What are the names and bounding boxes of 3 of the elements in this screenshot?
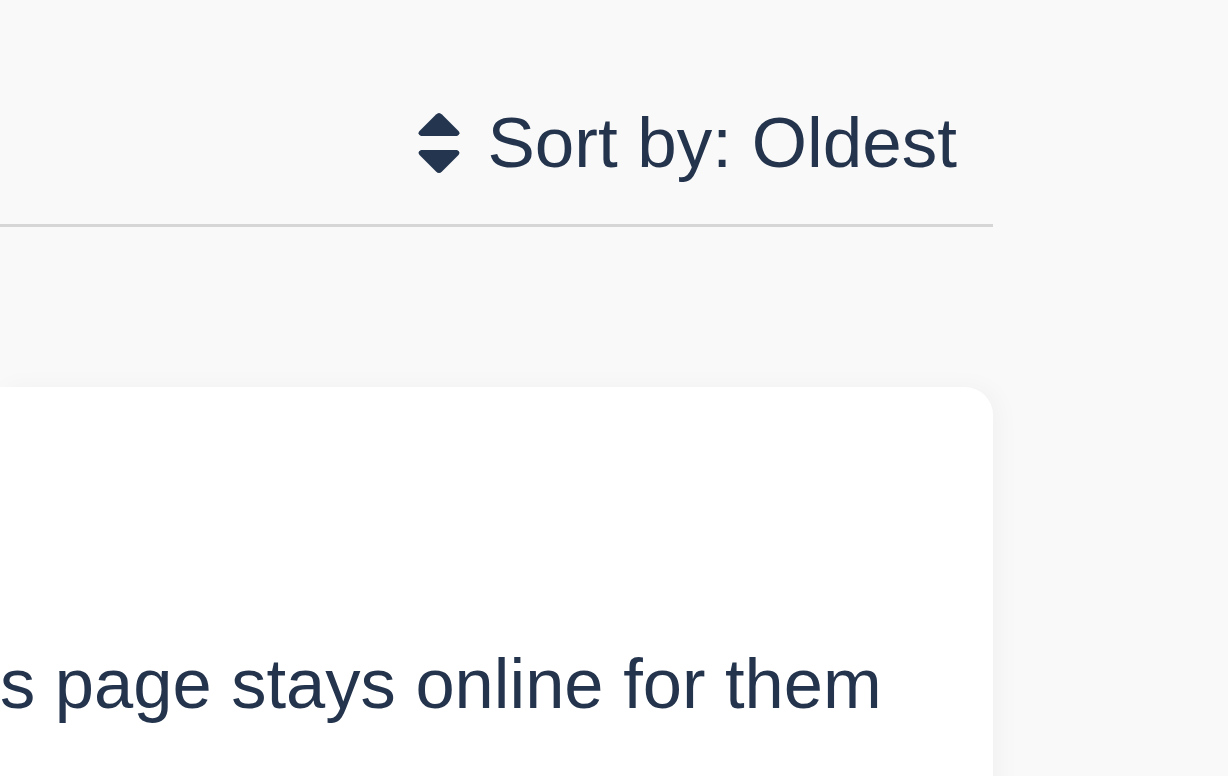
sort-icon bbox=[417, 112, 462, 174]
card-text: s page stays online for them bbox=[0, 644, 882, 724]
sort-button[interactable]: Sort by: Oldest bbox=[417, 103, 957, 183]
